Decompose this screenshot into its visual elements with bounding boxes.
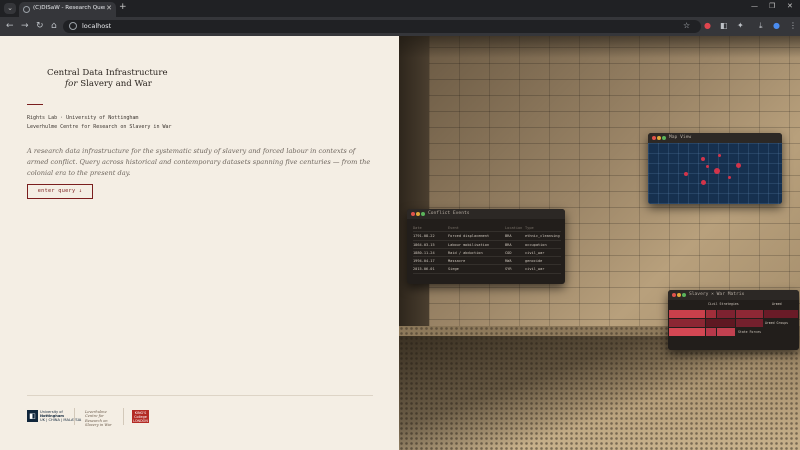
enter-query-button[interactable]: enter query ↓ (27, 184, 93, 199)
conflict-events-window: Conflict Events Date Event Location Type… (407, 209, 565, 284)
window-zoom-dot (682, 293, 686, 297)
window-titlebar: Slavery × War Matrix (668, 290, 799, 300)
map-marker (736, 163, 741, 168)
matrix-cell (764, 310, 798, 318)
intro-paragraph: A research data infrastructure for the s… (27, 147, 371, 177)
ground-shadow (399, 336, 800, 450)
table-row[interactable]: 2015-06-01 Siege SYR civil_war (413, 265, 561, 274)
matrix-cell (736, 310, 763, 318)
matrix-cell (669, 319, 705, 327)
download-icon[interactable]: ⤓ (759, 21, 763, 31)
home-icon[interactable]: ⌂ (51, 20, 57, 32)
window-close-dot (411, 212, 415, 216)
top-shadow (399, 36, 800, 58)
map-marker (706, 165, 709, 168)
hero-image-panel: Map View Conflict Events Date Event Loca… (399, 36, 800, 450)
map-marker (701, 157, 705, 161)
matrix-cell (736, 319, 763, 327)
matrix-cell (706, 328, 716, 336)
matrix-cell (706, 310, 716, 318)
url-text[interactable]: localhost (82, 22, 111, 30)
matrix-cell (669, 328, 705, 336)
map-marker (684, 172, 688, 176)
forward-icon[interactable]: → (21, 20, 29, 32)
logo-divider (123, 408, 124, 425)
slavery-war-matrix-window: Slavery × War Matrix Civil Strategies Ar… (668, 290, 799, 350)
window-titlebar: Map View (648, 133, 782, 143)
tab-search-button[interactable]: ⌄ (4, 3, 16, 14)
browser-tab[interactable]: (C)DISaW - Research Query Inte ✕ (19, 2, 116, 17)
window-zoom-dot (421, 212, 425, 216)
events-table: Date Event Location Type 1791-08-22 Forc… (413, 224, 561, 274)
table-row[interactable]: 1864-03-15 Labour mobilisation BRA occup… (413, 241, 561, 249)
kings-college-logo[interactable]: KING'S College LONDON (132, 410, 149, 423)
chevron-down-icon: ⌄ (7, 4, 13, 12)
map-canvas (648, 143, 782, 204)
extension-red-icon[interactable]: ● (704, 21, 711, 31)
map-marker (701, 180, 706, 185)
close-icon[interactable]: ✕ (106, 4, 112, 12)
site-info-icon[interactable] (69, 22, 77, 30)
university-of-nottingham-logo[interactable]: ◧ (27, 410, 38, 422)
matrix-heatmap: Civil Strategies Armed Armed Groups Stat… (668, 300, 799, 350)
extension-icon[interactable]: ◧ (720, 21, 728, 31)
accent-rule (27, 104, 43, 105)
reload-icon[interactable]: ↻ (36, 20, 44, 32)
back-icon[interactable]: ← (6, 20, 14, 32)
window-close-dot (672, 293, 676, 297)
window-title: Map View (669, 135, 692, 140)
hero-left-panel: Central Data Infrastructure for Slavery … (0, 36, 399, 450)
minimize-icon[interactable]: — (751, 2, 758, 10)
window-close-icon[interactable]: ✕ (787, 2, 793, 10)
browser-toolbar: ← → ↻ ⌂ localhost ☆ ● ◧ ✦ ⤓ ● ⋮ (0, 17, 800, 36)
table-row[interactable]: 1880-11-24 Raid / abduction COD civil_wa… (413, 249, 561, 258)
logo-divider (74, 408, 75, 425)
star-icon[interactable]: ☆ (683, 21, 690, 31)
browser-tabbar: ⌄ (C)DISaW - Research Query Inte ✕ + — ❐… (0, 0, 800, 17)
maximize-icon[interactable]: ❐ (769, 2, 775, 10)
window-title: Conflict Events (428, 211, 470, 216)
window-zoom-dot (662, 136, 666, 140)
brand-subtitle: for Slavery and War (65, 79, 152, 89)
matrix-cell (706, 319, 735, 327)
brand-title: Central Data Infrastructure (47, 68, 168, 78)
university-of-nottingham-wordmark: University of Nottingham UK | CHINA | MA… (40, 410, 82, 423)
matrix-row-label: State Forces (738, 330, 762, 334)
table-row[interactable]: 1994-04-17 Massacre RWA genocide (413, 257, 561, 266)
matrix-column-label: Civil Strategies (708, 302, 739, 306)
matrix-column-label: Armed (772, 302, 782, 306)
matrix-cell (669, 310, 705, 318)
address-bar[interactable]: localhost ☆ (63, 20, 701, 33)
footer-divider (27, 395, 373, 396)
table-row[interactable]: 1791-08-22 Forced displacement BRA ethni… (413, 232, 561, 241)
profile-avatar[interactable]: ● (773, 21, 780, 31)
affiliation-line-2: Leverhulme Centre for Research on Slaver… (27, 124, 172, 130)
globe-icon (23, 6, 30, 13)
map-view-window: Map View (648, 133, 782, 204)
window-title: Slavery × War Matrix (689, 292, 745, 297)
menu-icon[interactable]: ⋮ (789, 21, 797, 31)
map-marker (714, 168, 720, 174)
window-close-dot (652, 136, 656, 140)
map-marker (718, 154, 721, 157)
window-minimize-dot (677, 293, 681, 297)
puzzle-icon[interactable]: ✦ (737, 21, 744, 31)
matrix-cell (717, 328, 735, 336)
affiliation-line-1: Rights Lab · University of Nottingham (27, 115, 139, 121)
leverhulme-centre-logo[interactable]: Leverhulme Centre for Research on Slaver… (85, 410, 112, 428)
matrix-row-label: Armed Groups (765, 321, 789, 325)
window-minimize-dot (657, 136, 661, 140)
page: Central Data Infrastructure for Slavery … (0, 36, 800, 450)
map-marker (728, 176, 731, 179)
window-minimize-dot (416, 212, 420, 216)
window-titlebar: Conflict Events (407, 209, 565, 219)
table-header: Date Event Location Type (413, 224, 561, 233)
tab-title: (C)DISaW - Research Query Inte (33, 5, 105, 11)
matrix-cell (717, 310, 735, 318)
plus-icon[interactable]: + (119, 2, 127, 12)
